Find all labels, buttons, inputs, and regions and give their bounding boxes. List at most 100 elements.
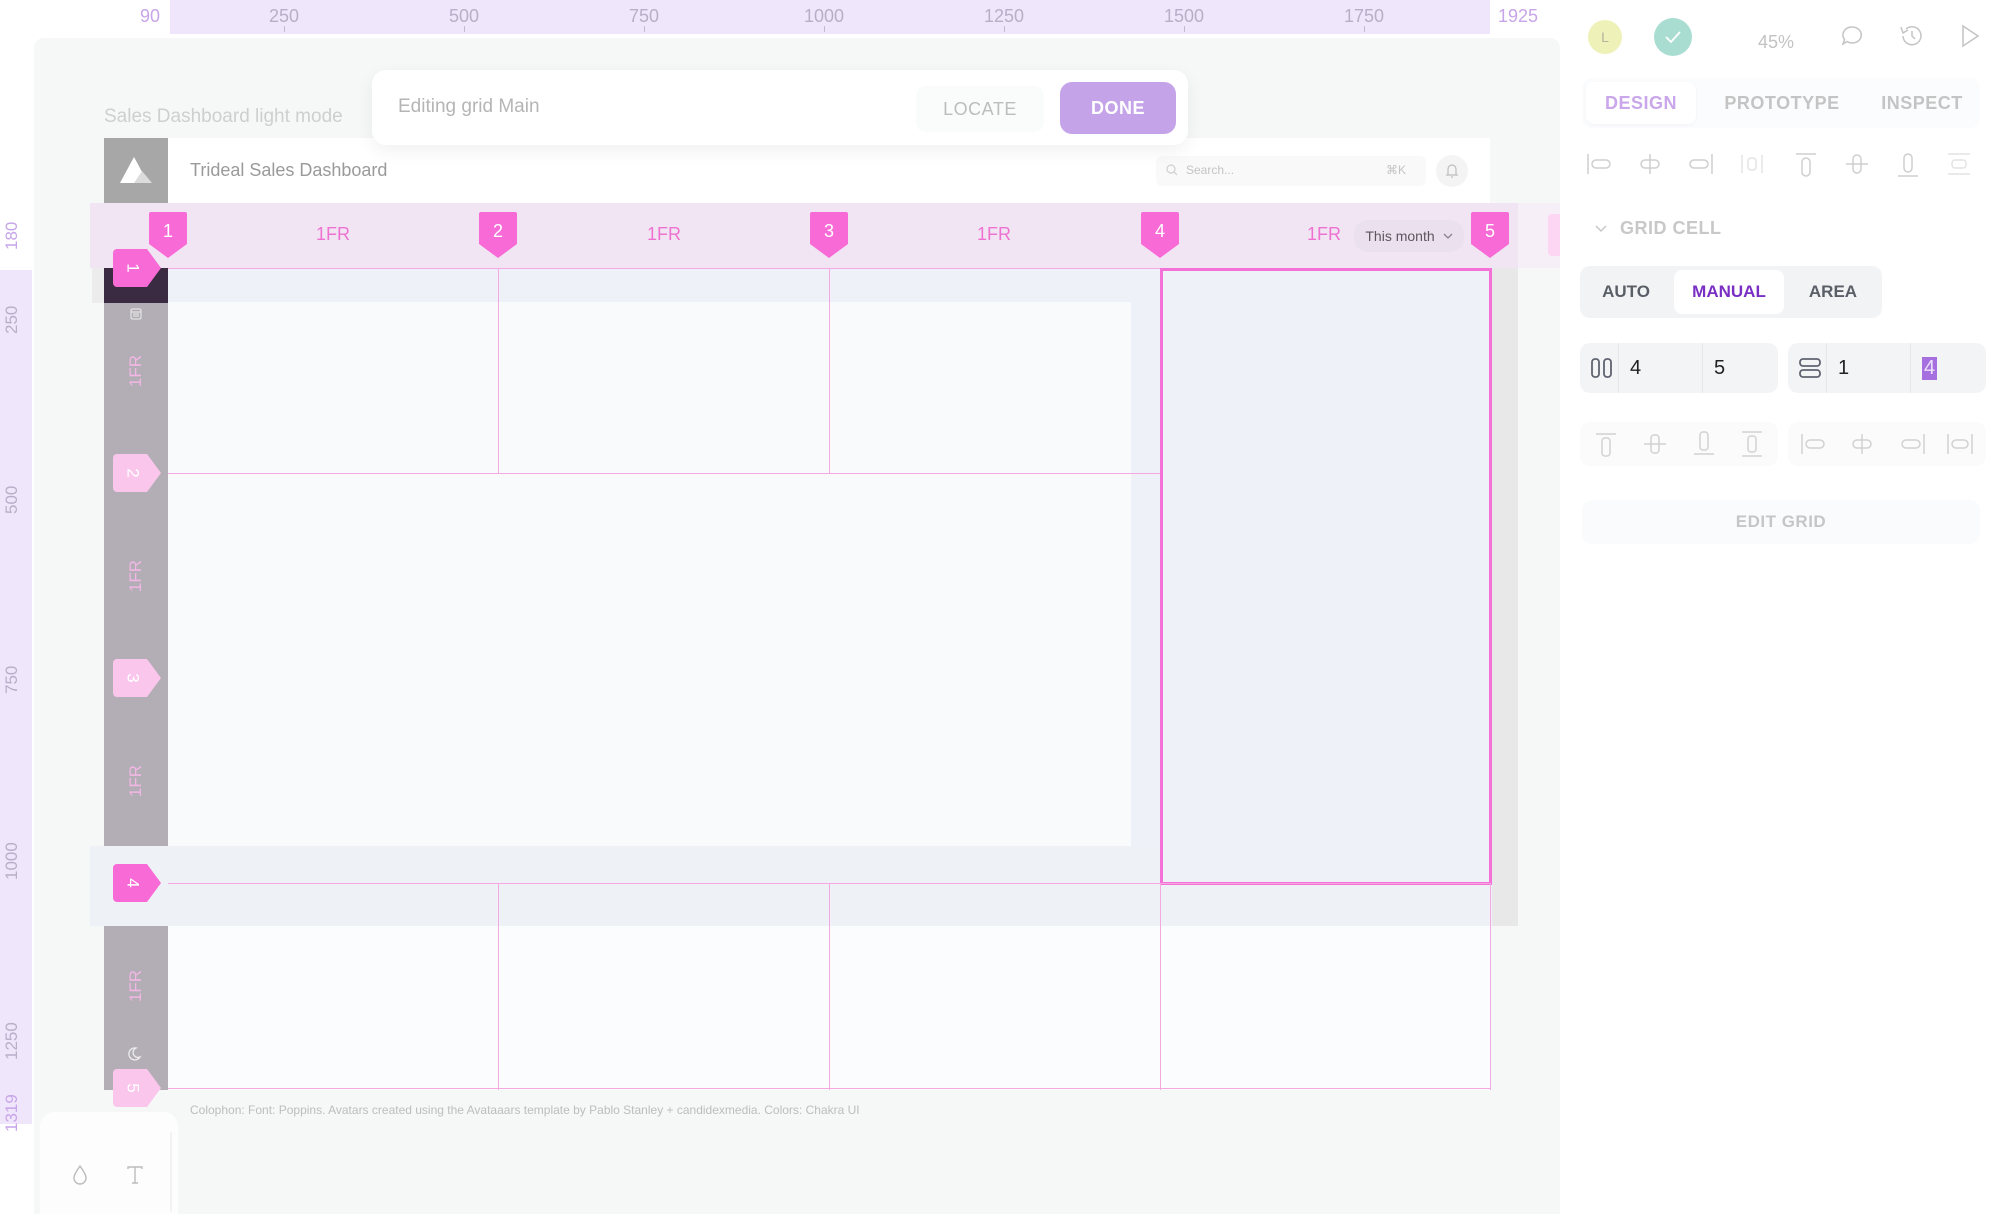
stretch-vertical-icon[interactable] — [1740, 430, 1764, 458]
avatar[interactable]: L — [1588, 20, 1622, 54]
dashboard-logo — [104, 138, 168, 203]
row-size-label[interactable]: 1FR — [126, 355, 146, 387]
locate-button[interactable]: LOCATE — [916, 86, 1044, 132]
row-start-input[interactable]: 1 — [1838, 357, 1849, 380]
ruler-label: 1750 — [1343, 6, 1385, 26]
table-icon — [130, 308, 142, 320]
zoom-level[interactable]: 45% — [1758, 32, 1794, 53]
check-icon — [1665, 31, 1681, 44]
tool-strip — [40, 1112, 178, 1214]
ruler-label: 750 — [2, 665, 21, 694]
column-line-marker[interactable]: 4 — [1141, 212, 1179, 258]
left-ruler: 180 250 500 750 1000 1250 1319 — [0, 34, 32, 1214]
moon-icon — [128, 1047, 142, 1061]
row-line-marker[interactable]: 1 — [113, 249, 161, 287]
align-center-vertical-icon[interactable] — [1844, 152, 1870, 176]
align-center-vertical-icon[interactable] — [1642, 432, 1668, 456]
period-select-value: This month — [1365, 228, 1435, 244]
distribute-horizontal-icon[interactable] — [1740, 152, 1764, 176]
align-bottom-icon[interactable] — [1896, 150, 1920, 178]
history-icon[interactable] — [1898, 24, 1924, 48]
sync-status-badge[interactable] — [1654, 18, 1692, 56]
rows-icon — [1799, 358, 1821, 378]
align-top-icon[interactable] — [1794, 152, 1818, 180]
frame-label[interactable]: Sales Dashboard light mode — [104, 106, 343, 128]
ruler-label: 500 — [448, 6, 480, 26]
row-line-marker[interactable]: 2 — [113, 454, 161, 492]
align-center-horizontal-icon[interactable] — [1850, 432, 1874, 456]
column-line-marker[interactable]: 5 — [1471, 212, 1509, 258]
grid-edit-toolbar: Editing grid Main LOCATE DONE — [372, 70, 1188, 145]
notification-button[interactable] — [1436, 155, 1468, 187]
ruler-label: 1319 — [2, 1094, 21, 1132]
period-select[interactable]: This month — [1354, 220, 1464, 252]
column-size-label[interactable]: 1FR — [316, 224, 350, 245]
row-size-label[interactable]: 1FR — [126, 560, 146, 592]
selected-grid-cell[interactable] — [1160, 268, 1492, 885]
ruler-label: 1500 — [1163, 6, 1205, 26]
column-size-label[interactable]: 1FR — [1307, 224, 1341, 245]
stretch-horizontal-icon[interactable] — [1946, 432, 1974, 456]
column-size-label[interactable]: 1FR — [647, 224, 681, 245]
ruler-label: 1000 — [803, 6, 845, 26]
bell-icon — [1445, 164, 1459, 178]
mode-area[interactable]: AREA — [1790, 270, 1876, 314]
fill-drop-icon[interactable] — [72, 1164, 88, 1186]
search-icon — [1166, 164, 1178, 176]
column-track-bar — [90, 203, 1518, 268]
content-card — [168, 302, 1131, 846]
row-size-label[interactable]: 1FR — [126, 765, 146, 797]
ruler-label: 1250 — [983, 6, 1025, 26]
align-top-icon[interactable] — [1594, 432, 1618, 460]
panel-tabs: DESIGN PROTOTYPE INSPECT — [1582, 78, 1980, 128]
row-line-marker[interactable]: 5 — [113, 1069, 161, 1107]
align-right-icon[interactable] — [1898, 432, 1926, 456]
dashboard-sidebar — [104, 203, 168, 1090]
toolbar-title: Editing grid Main — [398, 96, 540, 117]
tab-design[interactable]: DESIGN — [1586, 82, 1696, 124]
column-end-input[interactable]: 5 — [1714, 357, 1725, 380]
ruler-label: 1250 — [2, 1022, 21, 1060]
done-button[interactable]: DONE — [1060, 82, 1176, 134]
search-shortcut: ⌘K — [1385, 163, 1406, 177]
align-right-icon[interactable] — [1686, 152, 1714, 176]
chevron-down-icon — [1443, 233, 1453, 239]
column-start-input[interactable]: 4 — [1630, 357, 1641, 380]
column-size-label[interactable]: 1FR — [977, 224, 1011, 245]
edit-grid-button[interactable]: EDIT GRID — [1582, 500, 1980, 544]
text-tool-icon[interactable] — [126, 1166, 144, 1184]
ruler-label: 500 — [2, 485, 21, 514]
play-icon[interactable] — [1960, 24, 1980, 48]
align-left-icon[interactable] — [1586, 152, 1614, 176]
vertical-align-group — [1580, 422, 1778, 466]
align-bottom-icon[interactable] — [1692, 428, 1716, 456]
row-line-marker[interactable]: 3 — [113, 659, 161, 697]
tab-prototype[interactable]: PROTOTYPE — [1710, 82, 1854, 124]
columns-icon — [1591, 358, 1612, 378]
row-line-marker[interactable]: 4 — [113, 864, 161, 902]
ruler-label: 1925 — [1497, 6, 1539, 26]
ruler-label: 1000 — [2, 842, 21, 880]
properties-panel — [1560, 0, 2000, 1214]
comment-icon[interactable] — [1840, 24, 1864, 48]
mode-auto[interactable]: AUTO — [1584, 270, 1668, 314]
column-line-marker[interactable]: 2 — [479, 212, 517, 258]
distribute-vertical-icon[interactable] — [1946, 152, 1972, 176]
row-size-label[interactable]: 1FR — [126, 970, 146, 1002]
ruler-label: 180 — [2, 221, 21, 250]
horizontal-align-group — [1788, 422, 1986, 466]
ruler-label: 250 — [268, 6, 300, 26]
dashboard-search-input[interactable]: Search... ⌘K — [1156, 156, 1426, 186]
row-span-field: 1 4 — [1788, 343, 1986, 393]
row-end-input[interactable]: 4 — [1922, 357, 1938, 380]
column-line-marker[interactable]: 3 — [810, 212, 848, 258]
mode-manual[interactable]: MANUAL — [1674, 270, 1784, 314]
triangle-logo-icon — [120, 156, 152, 183]
dashboard-title: Trideal Sales Dashboard — [190, 160, 388, 180]
align-center-horizontal-icon[interactable] — [1638, 152, 1662, 176]
align-left-icon[interactable] — [1800, 432, 1828, 456]
tab-inspect[interactable]: INSPECT — [1868, 82, 1976, 124]
chevron-down-icon[interactable] — [1594, 224, 1608, 234]
top-ruler: 90 250 500 750 1000 1250 1500 1750 1925 — [0, 0, 1560, 34]
colophon-text: Colophon: Font: Poppins. Avatars created… — [190, 1103, 860, 1117]
